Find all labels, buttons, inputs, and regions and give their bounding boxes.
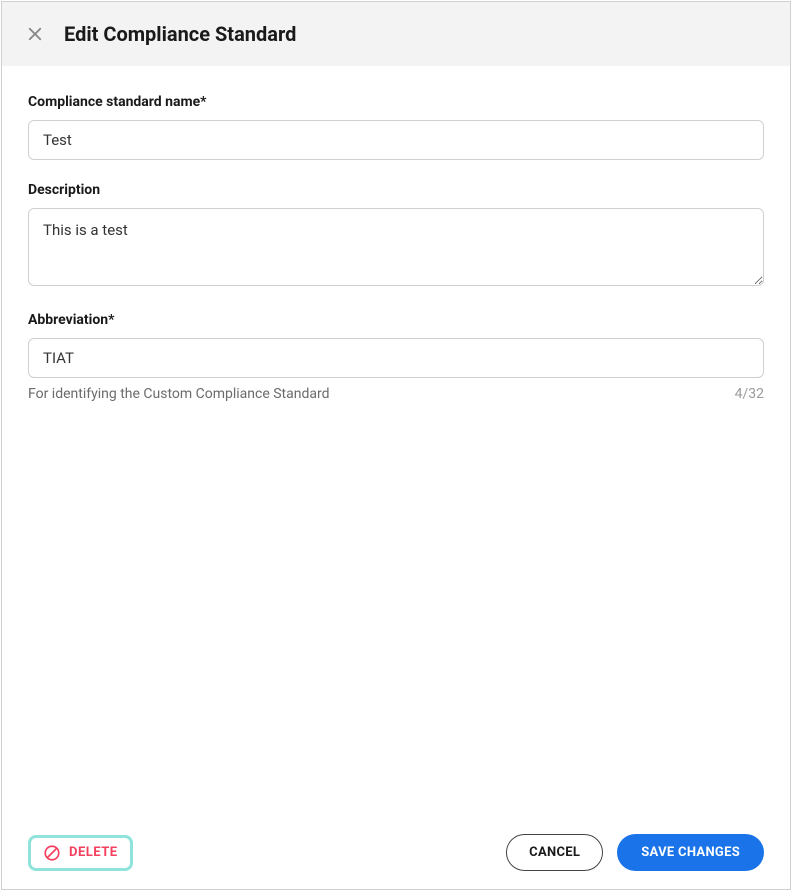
cancel-button[interactable]: CANCEL	[506, 834, 603, 871]
abbreviation-group: Abbreviation* For identifying the Custom…	[28, 312, 764, 402]
modal-header: Edit Compliance Standard	[2, 2, 790, 66]
edit-compliance-modal: Edit Compliance Standard Compliance stan…	[1, 1, 791, 890]
delete-button[interactable]: DELETE	[28, 835, 133, 871]
name-group: Compliance standard name*	[28, 94, 764, 160]
abbreviation-input[interactable]	[28, 338, 764, 378]
name-input[interactable]	[28, 120, 764, 160]
modal-body: Compliance standard name* Description Th…	[2, 66, 790, 889]
abbreviation-helper: For identifying the Custom Compliance St…	[28, 386, 330, 402]
footer-actions: CANCEL SAVE CHANGES	[506, 834, 764, 871]
abbreviation-label: Abbreviation*	[28, 312, 764, 328]
modal-title: Edit Compliance Standard	[64, 22, 296, 46]
delete-label: DELETE	[69, 845, 118, 860]
abbreviation-helper-row: For identifying the Custom Compliance St…	[28, 386, 764, 402]
close-icon[interactable]	[26, 25, 44, 43]
ban-icon	[43, 844, 61, 862]
description-textarea[interactable]: This is a test	[28, 208, 764, 286]
description-group: Description This is a test	[28, 182, 764, 290]
modal-footer: DELETE CANCEL SAVE CHANGES	[28, 820, 764, 871]
description-label: Description	[28, 182, 764, 198]
name-label: Compliance standard name*	[28, 94, 764, 110]
abbreviation-counter: 4/32	[735, 386, 764, 402]
save-button[interactable]: SAVE CHANGES	[617, 834, 764, 871]
